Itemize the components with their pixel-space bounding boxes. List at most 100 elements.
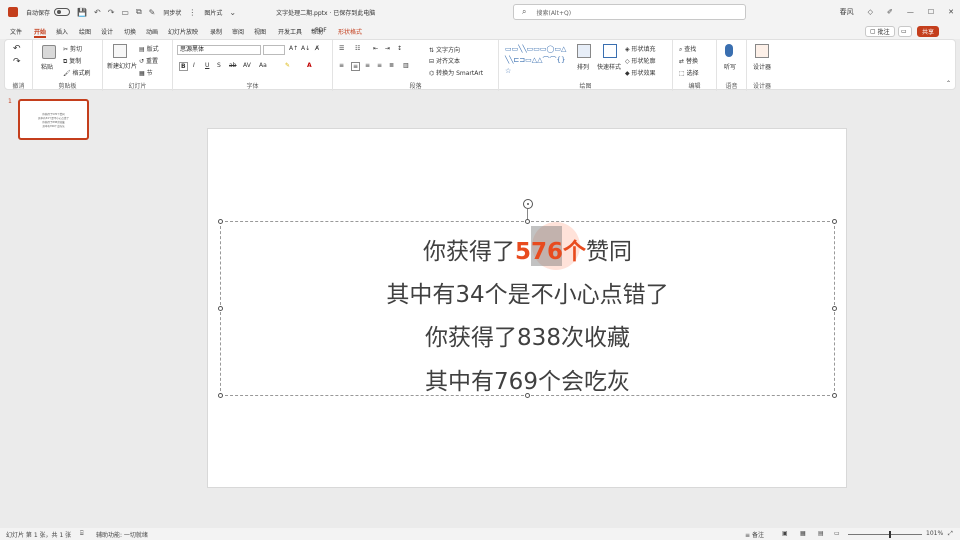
dictate-button[interactable]: 听写 — [724, 62, 736, 71]
underline-icon[interactable]: U — [205, 62, 209, 69]
strikethrough-icon[interactable]: ab — [229, 62, 237, 69]
decrease-font-icon[interactable]: A↓ — [301, 45, 310, 52]
undo-icon[interactable]: ↶ — [13, 44, 21, 54]
maximize-icon[interactable]: ☐ — [928, 8, 934, 16]
microphone-icon[interactable] — [725, 44, 733, 57]
copy-button[interactable]: ⧉ 复制 — [63, 56, 81, 66]
tab-view[interactable]: 视图 — [254, 27, 266, 36]
notes-button[interactable]: ≡ 备注 — [745, 530, 764, 539]
tab-animations[interactable]: 动画 — [146, 27, 158, 36]
tab-shape-format[interactable]: 形状格式 — [338, 27, 362, 36]
align-left-icon[interactable]: ≡ — [339, 62, 344, 69]
minimize-icon[interactable]: — — [907, 8, 914, 16]
change-case-icon[interactable]: Aa — [259, 62, 267, 69]
tab-design[interactable]: 设计 — [101, 27, 113, 36]
highlight-icon[interactable]: ✎ — [285, 62, 290, 69]
arrange-icon[interactable] — [577, 44, 591, 58]
align-text-button[interactable]: ⊟ 对齐文本 — [429, 56, 460, 65]
picture-button[interactable]: 图片式 — [204, 8, 222, 17]
numbering-icon[interactable]: ☷ — [355, 45, 360, 52]
slide-text-line-1[interactable]: 你获得了576个赞同 — [220, 232, 835, 266]
layout-button[interactable]: ▤ 版式 — [139, 44, 159, 53]
present-icon[interactable]: ▭ — [121, 8, 129, 17]
collapse-ribbon-icon[interactable]: ⌃ — [946, 80, 951, 87]
comments-button[interactable]: ▢ 批注 — [865, 26, 895, 37]
share-button[interactable]: 共享 — [917, 26, 940, 37]
italic-icon[interactable]: I — [193, 62, 195, 69]
redo-icon[interactable]: ↷ — [108, 8, 115, 17]
align-center-icon[interactable]: ≡ — [351, 62, 361, 71]
normal-view-icon[interactable]: ▣ — [782, 530, 788, 537]
replace-button[interactable]: ⇄ 替换 — [679, 56, 698, 65]
tab-draw[interactable]: 绘图 — [79, 27, 91, 36]
designer-button[interactable]: 设计器 — [753, 62, 771, 71]
resize-handle-t[interactable] — [525, 219, 530, 224]
increase-indent-icon[interactable]: ⇥ — [385, 45, 390, 52]
slide-text-line-3[interactable]: 你获得了838次收藏 — [220, 318, 835, 352]
present-button[interactable]: ▭ — [898, 26, 912, 37]
increase-font-icon[interactable]: A↑ — [289, 45, 298, 52]
font-color-icon[interactable]: A — [307, 62, 312, 69]
select-button[interactable]: ⬚ 选择 — [679, 68, 699, 77]
new-slide-icon[interactable] — [113, 44, 127, 58]
file-title[interactable]: 文字处理二期.pptx · 已保存到此电脑 — [276, 8, 375, 17]
tab-review[interactable]: 审阅 — [232, 27, 244, 36]
format-painter-button[interactable]: 🖌 格式刷 — [63, 68, 91, 77]
decrease-indent-icon[interactable]: ⇤ — [373, 45, 378, 52]
paste-icon[interactable] — [42, 45, 56, 59]
find-button[interactable]: ⌕ 查找 — [679, 44, 696, 54]
arrange-button[interactable]: 排列 — [577, 62, 589, 71]
shape-fill-button[interactable]: ◈ 形状填充 — [625, 44, 656, 53]
zoom-slider[interactable] — [848, 534, 922, 535]
slide-thumbnail[interactable]: 你获得了576个赞同 其中有34个是不小心点错了 你获得了838次收藏 其中有7… — [18, 99, 89, 140]
rotate-handle-icon[interactable] — [523, 199, 533, 209]
slide-text-line-2[interactable]: 其中有34个是不小心点错了 — [220, 275, 835, 309]
clear-format-icon[interactable]: A̸ — [315, 45, 319, 52]
search-box[interactable]: ⌕ 搜索(Alt+Q) — [513, 4, 746, 20]
cut-button[interactable]: ✂ 剪切 — [63, 44, 82, 53]
resize-handle-tl[interactable] — [218, 219, 223, 224]
tab-pdf[interactable]: PDF — [315, 27, 327, 34]
language-icon[interactable]: ⌸ — [80, 530, 84, 538]
undo-icon[interactable]: ↶ — [94, 8, 101, 17]
draw-icon[interactable]: ✐ — [887, 8, 893, 16]
autosave-toggle[interactable] — [54, 8, 71, 16]
pen-icon[interactable]: ✎ — [149, 8, 156, 17]
smartart-button[interactable]: ⌬ 转换为 SmartArt — [429, 68, 483, 77]
layers-icon[interactable]: ⧉ — [136, 7, 142, 17]
shape-effects-button[interactable]: ◆ 形状效果 — [625, 68, 656, 77]
section-button[interactable]: ▦ 节 — [139, 68, 153, 77]
accessibility-status[interactable]: 辅助功能: 一切就绪 — [96, 530, 148, 539]
font-size-select[interactable] — [263, 45, 285, 55]
tab-home[interactable]: 开始 — [34, 27, 47, 38]
redo-icon[interactable]: ↷ — [13, 57, 21, 67]
reset-button[interactable]: ↺ 重置 — [139, 56, 158, 65]
font-name-select[interactable]: 思源黑体 — [177, 45, 261, 55]
fit-slide-icon[interactable]: ⤢ — [948, 530, 953, 538]
tab-developer[interactable]: 开发工具 — [278, 27, 302, 36]
zoom-slider-knob[interactable] — [889, 531, 891, 538]
reading-view-icon[interactable]: ▤ — [818, 530, 824, 537]
tab-file[interactable]: 文件 — [10, 27, 22, 36]
paste-button[interactable]: 粘贴 — [41, 62, 53, 71]
bold-icon[interactable]: B — [179, 62, 188, 71]
save-icon[interactable]: 💾 — [77, 8, 87, 17]
line-spacing-icon[interactable]: ↕ — [397, 45, 402, 52]
quick-styles-icon[interactable] — [603, 44, 617, 58]
tab-insert[interactable]: 插入 — [56, 27, 68, 36]
distributed-icon[interactable]: ≣ — [389, 62, 394, 69]
text-direction-button[interactable]: ⇅ 文字方向 — [429, 45, 460, 54]
shadow-icon[interactable]: S — [217, 62, 221, 69]
customize-icon[interactable]: ⌄ — [229, 8, 236, 17]
columns-icon[interactable]: ▥ — [403, 62, 409, 69]
justify-icon[interactable]: ≡ — [377, 62, 382, 69]
sync-button[interactable]: 同步状 — [163, 8, 181, 17]
char-spacing-icon[interactable]: AV — [243, 62, 251, 69]
close-icon[interactable]: ✕ — [948, 8, 954, 16]
premium-icon[interactable]: ◇ — [868, 8, 873, 16]
quick-access-more-icon[interactable]: ⋮ — [188, 8, 196, 17]
zoom-level[interactable]: 101% — [926, 530, 943, 537]
shapes-gallery[interactable]: ▭▭╲╲▭▭▭◯▭△╲╲⊏⊐▭△△⌒⌒{}☆ — [505, 44, 567, 78]
tab-transitions[interactable]: 切换 — [124, 27, 136, 36]
resize-handle-tr[interactable] — [832, 219, 837, 224]
